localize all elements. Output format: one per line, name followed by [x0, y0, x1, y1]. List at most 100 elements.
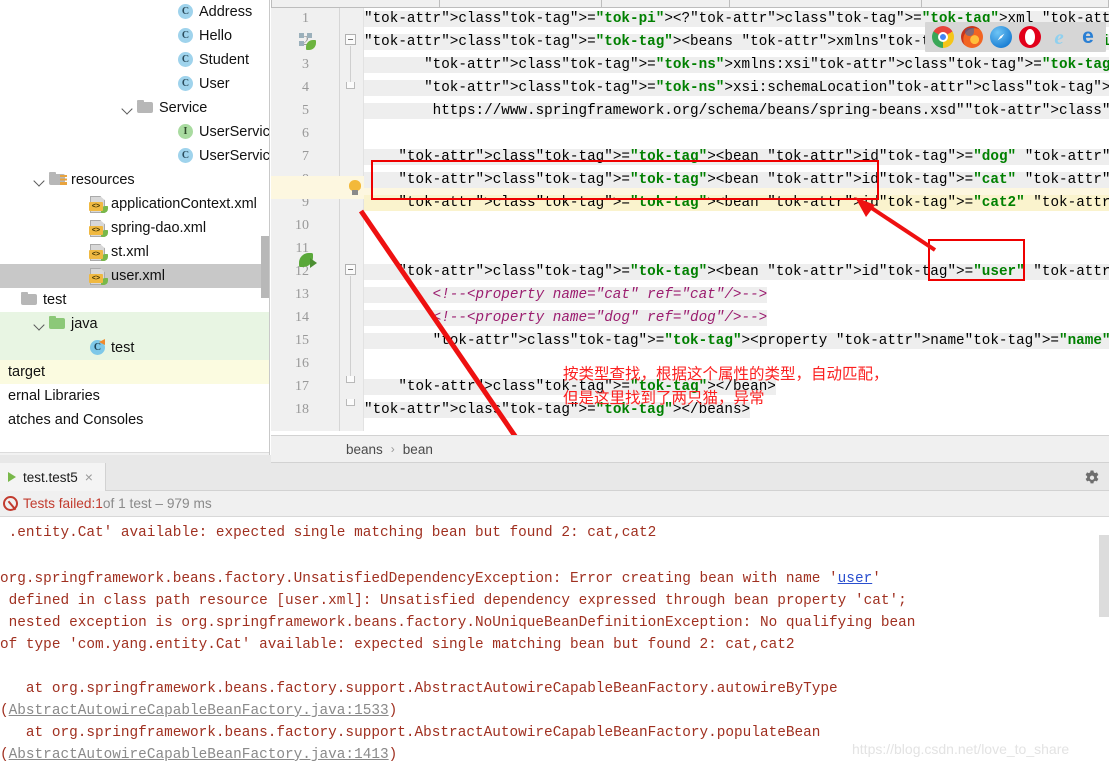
- stacktrace-link[interactable]: AbstractAutowireCapableBeanFactory.java:…: [9, 747, 389, 763]
- console-scrollbar[interactable]: [1099, 535, 1109, 617]
- line-number-17: 17: [295, 379, 309, 394]
- code-line-3[interactable]: "tok-attr">class"tok-tag">="tok-ns">xmln…: [364, 54, 1109, 77]
- spring-leaf-badge-icon: [101, 230, 108, 237]
- tree-item-ernal-libraries[interactable]: ernal Libraries: [0, 384, 269, 408]
- test-class-icon: [88, 339, 107, 357]
- tree-item-label: UserService: [199, 124, 270, 140]
- tree-item-userserviceimpl[interactable]: UserServiceImpl: [0, 144, 269, 168]
- tree-item-label: test: [111, 340, 135, 356]
- class-icon: [176, 51, 195, 69]
- edge-icon[interactable]: [1077, 26, 1099, 48]
- tree-item-test[interactable]: test: [0, 336, 269, 360]
- fold-guide: [350, 46, 351, 82]
- tree-item-test[interactable]: test: [0, 288, 269, 312]
- console-line-4: of type 'com.yang.entity.Cat' available:…: [0, 637, 795, 653]
- run-tab-strip[interactable]: test.test5 ×: [0, 463, 1109, 491]
- code-line-8[interactable]: "tok-attr">class"tok-tag">="tok-tag"><be…: [364, 169, 1109, 192]
- internet-explorer-icon[interactable]: [1048, 26, 1070, 48]
- tree-item-service[interactable]: Service: [0, 96, 269, 120]
- test-status-suffix: of 1 test – 979 ms: [102, 496, 212, 511]
- fold-end-marker: [346, 376, 355, 383]
- opera-icon[interactable]: [1019, 26, 1041, 48]
- tree-item-target[interactable]: target: [0, 360, 269, 384]
- console-line-1: org.springframework.beans.factory.Unsati…: [0, 571, 881, 587]
- breadcrumb-item-bean[interactable]: bean: [403, 442, 433, 457]
- tree-item-atches-and-consoles[interactable]: atches and Consoles: [0, 408, 269, 432]
- line-number-18: 18: [295, 402, 309, 417]
- firefox-icon[interactable]: [961, 26, 983, 48]
- settings-gear-icon[interactable]: [1083, 469, 1101, 487]
- annotation-arrow-bytype: [855, 197, 937, 252]
- tree-item-label: spring-dao.xml: [111, 220, 207, 236]
- line-number-5: 5: [302, 103, 309, 118]
- run-test-panel: test.test5 × Tests failed: 1 of 1 test –…: [0, 463, 1109, 770]
- tree-item-label: applicationContext.xml: [111, 196, 257, 212]
- tree-item-student[interactable]: Student: [0, 48, 269, 72]
- breadcrumb[interactable]: beans › bean: [271, 435, 1109, 463]
- tree-item-user-xml[interactable]: user.xml: [0, 264, 269, 288]
- tree-item-resources[interactable]: resources: [0, 168, 269, 192]
- tree-item-label: Student: [199, 52, 249, 68]
- editor-tab-strip[interactable]: [271, 0, 1109, 8]
- breadcrumb-item-beans[interactable]: beans: [346, 442, 383, 457]
- spring-run-bean-icon[interactable]: [299, 253, 317, 270]
- chrome-icon[interactable]: [932, 26, 954, 48]
- stacktrace-link[interactable]: AbstractAutowireCapableBeanFactory.java:…: [9, 703, 389, 719]
- editor-gutter[interactable]: 123456789101112131415161718: [271, 8, 340, 431]
- fold-guide: [350, 276, 351, 376]
- tree-item-applicationcontext-xml[interactable]: applicationContext.xml: [0, 192, 269, 216]
- breadcrumb-separator-icon: ›: [390, 442, 395, 456]
- line-number-7: 7: [302, 149, 309, 164]
- tree-item-label: resources: [71, 172, 135, 188]
- console-line-3: nested exception is org.springframework.…: [0, 615, 916, 631]
- code-line-5[interactable]: https://www.springframework.org/schema/b…: [364, 100, 1109, 123]
- tree-item-user[interactable]: User: [0, 72, 269, 96]
- safari-icon[interactable]: [990, 26, 1012, 48]
- project-tree-vertical-scrollbar[interactable]: [261, 236, 269, 298]
- tree-item-java[interactable]: java: [0, 312, 269, 336]
- browser-launch-bar[interactable]: [925, 22, 1106, 52]
- class-icon: [176, 27, 195, 45]
- tree-item-label: atches and Consoles: [8, 412, 144, 428]
- project-tree-panel[interactable]: Address Hello Student UserService UserServic…: [0, 0, 270, 465]
- chevron-down-icon[interactable]: [32, 316, 48, 332]
- chinese-annotation-line-2: 但是这里找到了两只猫，异常: [563, 389, 765, 407]
- chevron-down-icon[interactable]: [120, 100, 136, 116]
- close-icon[interactable]: ×: [85, 470, 93, 484]
- tree-item-hello[interactable]: Hello: [0, 24, 269, 48]
- line-number-6: 6: [302, 126, 309, 141]
- code-line-7[interactable]: "tok-attr">class"tok-tag">="tok-tag"><be…: [364, 146, 1109, 169]
- xml-file-icon: [88, 195, 108, 213]
- tree-item-st-xml[interactable]: st.xml: [0, 240, 269, 264]
- line-number-3: 3: [302, 57, 309, 72]
- console-link[interactable]: user: [838, 571, 873, 587]
- class-icon: [176, 3, 195, 21]
- line-number-16: 16: [295, 356, 309, 371]
- tree-item-address[interactable]: Address: [0, 0, 269, 24]
- intention-bulb-icon[interactable]: [347, 180, 363, 196]
- interface-icon: [176, 123, 195, 141]
- run-tab-label: test.test5: [23, 469, 78, 485]
- test-status-prefix: Tests failed:: [23, 496, 96, 511]
- tree-item-userservice[interactable]: UserService: [0, 120, 269, 144]
- code-line-4[interactable]: "tok-attr">class"tok-tag">="tok-ns">xsi:…: [364, 77, 1109, 100]
- line-number-4: 4: [302, 80, 309, 95]
- chevron-down-icon[interactable]: [32, 172, 48, 188]
- fold-end-marker: [346, 82, 355, 89]
- run-tab-test-test5[interactable]: test.test5 ×: [0, 463, 106, 491]
- folder-icon: [20, 291, 39, 309]
- fold-handle-line2[interactable]: [345, 34, 356, 45]
- spring-config-icon[interactable]: [299, 33, 316, 50]
- test-console-output[interactable]: .entity.Cat' available: expected single …: [0, 517, 1109, 770]
- tree-item-label: Address: [199, 4, 253, 20]
- tree-item-spring-dao-xml[interactable]: spring-dao.xml: [0, 216, 269, 240]
- tree-item-label: ernal Libraries: [8, 388, 100, 404]
